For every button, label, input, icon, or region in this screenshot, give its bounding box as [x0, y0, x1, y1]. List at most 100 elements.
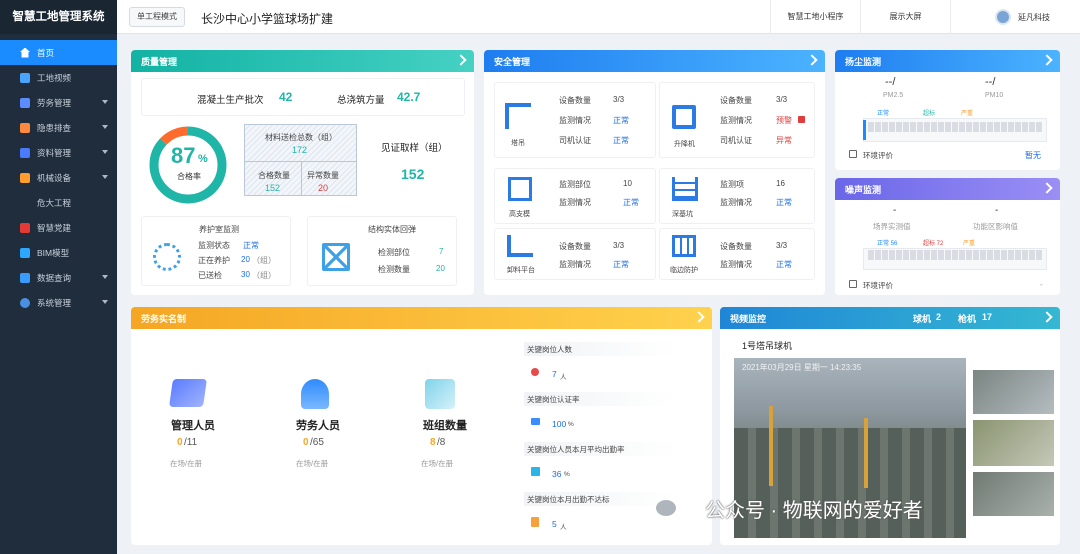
chevron-right-icon[interactable] — [1041, 311, 1053, 323]
dust-header[interactable]: 扬尘监测 — [835, 50, 1060, 72]
sidebar-item-label: 系统管理 — [37, 297, 72, 308]
pit-icon — [672, 177, 698, 201]
user-menu[interactable] — [950, 0, 1080, 34]
boundary-label: 场界实测值 — [873, 222, 911, 231]
legend-normal: 正常 56 — [877, 241, 898, 247]
sidebar-item-label: 首页 — [37, 47, 55, 58]
video-title: 视频监控 — [730, 313, 767, 324]
curing-icon — [153, 243, 181, 271]
sidebar-item-major-hazard[interactable]: 危大工程 — [0, 190, 117, 215]
sidebar-item-label: BIM模型 — [37, 247, 70, 258]
materials-value: 172 — [292, 145, 308, 155]
sidebar-item-label: 劳务管理 — [37, 97, 72, 108]
sidebar-item-label: 隐患排查 — [37, 122, 72, 133]
foundation-pit-panel[interactable]: 深基坑 监测项 16 监测情况 正常 — [659, 168, 815, 224]
chevron-right-icon[interactable] — [1041, 182, 1053, 194]
noise-header[interactable]: 噪声监测 — [835, 178, 1060, 200]
sidebar-item-label: 工地视频 — [37, 72, 72, 83]
rebound-icon — [322, 243, 350, 271]
card-icon — [531, 418, 540, 425]
sidebar-item-label: 危大工程 — [37, 197, 72, 208]
safety-card: 安全管理 塔吊 设备数量 3/3 监测情况 正常 司机认证 正常 升降机 设备数… — [484, 50, 825, 295]
lift-panel[interactable]: 升降机 设备数量 3/3 监测情况 预警 司机认证 异常 — [659, 82, 815, 158]
group-onsite: 0 — [303, 437, 309, 448]
sidebar-item-hazard[interactable]: 隐患排查 — [0, 115, 117, 140]
row-label: 监测情况 — [559, 198, 591, 207]
sidebar-item-bim[interactable]: BIM模型 — [0, 240, 117, 265]
row-value: 3/3 — [613, 241, 625, 250]
row-label: 监测情况 — [559, 260, 591, 269]
video-crane — [864, 418, 868, 488]
legend-severe: 严重 — [961, 111, 974, 117]
stat-label: 关键岗位人数 — [527, 345, 572, 354]
tower-crane-panel[interactable]: 塔吊 设备数量 3/3 监测情况 正常 司机认证 正常 — [494, 82, 656, 158]
device-name: 高支模 — [509, 211, 530, 218]
curing-row-value: 20 — [241, 255, 250, 264]
bullet-camera-label: 枪机 — [958, 314, 977, 324]
dust-segments — [868, 122, 1042, 132]
witness-label: 见证取样（组） — [381, 143, 448, 154]
sidebar-item-machinery[interactable]: 机械设备 — [0, 165, 117, 190]
video-crane — [769, 406, 773, 486]
curing-title: 养护室监测 — [199, 225, 239, 234]
big-screen-link[interactable]: 展示大屏 — [860, 0, 950, 34]
chevron-right-icon[interactable] — [455, 54, 467, 66]
chevron-right-icon[interactable] — [693, 311, 705, 323]
legend-exceed: 超标 72 — [923, 241, 944, 247]
safety-header[interactable]: 安全管理 — [484, 50, 825, 72]
pm10-value: --/ — [985, 76, 996, 88]
stat-header: 关键岗位人员本月平均出勤率 — [524, 442, 676, 456]
user-name[interactable]: 延凡科技 — [1018, 12, 1050, 23]
quality-card: 质量管理 混凝土生产批次 42 总浇筑方量 42.7 87 % 合格率 材料送检… — [131, 50, 474, 295]
video-thumbnail[interactable] — [973, 472, 1054, 516]
curing-row-value: 30 — [241, 270, 250, 279]
unloading-platform-panel[interactable]: 卸料平台 设备数量 3/3 监测情况 正常 — [494, 228, 656, 280]
concrete-value: 42 — [279, 90, 293, 104]
evaluation-label: 环境评价 — [863, 281, 893, 290]
chevron-right-icon[interactable] — [1041, 54, 1053, 66]
group-total: /65 — [310, 437, 324, 448]
worker-icon — [301, 379, 329, 409]
stat-label: 关键岗位本月出勤不达标 — [527, 495, 610, 504]
manager-icon — [169, 379, 207, 407]
video-header[interactable]: 视频监控 球机 2 枪机 17 — [720, 307, 1060, 329]
materials-panel: 材料送检总数（组） 172 合格数量 152 异常数量 20 — [244, 124, 357, 196]
device-name: 升降机 — [674, 141, 695, 148]
sidebar-item-query[interactable]: 数据查询 — [0, 265, 117, 290]
chevron-down-icon — [102, 300, 108, 304]
sidebar-item-party[interactable]: 智慧党建 — [0, 215, 117, 240]
sidebar-item-home[interactable]: 首页 — [0, 40, 117, 65]
chevron-right-icon[interactable] — [806, 54, 818, 66]
group-onsite: 0 — [177, 437, 183, 448]
chevron-down-icon — [102, 125, 108, 129]
noise-segments — [868, 250, 1042, 260]
app-title: 智慧工地管理系统 — [0, 0, 117, 34]
labor-header[interactable]: 劳务实名制 — [131, 307, 712, 329]
avatar[interactable] — [995, 9, 1011, 25]
video-thumbnail[interactable] — [973, 420, 1054, 466]
video-thumbnail[interactable] — [973, 370, 1054, 414]
platform-icon — [507, 235, 533, 257]
quality-header[interactable]: 质量管理 — [131, 50, 474, 72]
sidebar-item-system[interactable]: 系统管理 — [0, 290, 117, 315]
sidebar-item-documents[interactable]: 资料管理 — [0, 140, 117, 165]
formwork-panel[interactable]: 高支模 监测部位 10 监测情况 正常 — [494, 168, 656, 224]
row-label: 设备数量 — [559, 96, 591, 105]
group-total: /11 — [184, 437, 198, 448]
zone-label: 功能区影响值 — [973, 222, 1018, 231]
pm25-label: PM2.5 — [883, 92, 904, 99]
row-label: 司机认证 — [559, 136, 591, 145]
evaluation-icon — [849, 280, 857, 288]
edge-protection-panel[interactable]: 临边防护 设备数量 3/3 监测情况 正常 — [659, 228, 815, 280]
sidebar-item-video[interactable]: 工地视频 — [0, 65, 117, 90]
mini-program-link[interactable]: 智慧工地小程序 — [770, 0, 860, 34]
device-name: 卸料平台 — [507, 267, 535, 274]
video-icon — [20, 72, 30, 83]
sidebar-item-labor[interactable]: 劳务管理 — [0, 90, 117, 115]
pour-value: 42.7 — [397, 90, 421, 104]
row-value: 3/3 — [776, 241, 788, 250]
row-label: 监测情况 — [720, 116, 752, 125]
clipboard-icon — [531, 517, 539, 527]
mode-button[interactable]: 单工程模式 — [129, 7, 185, 27]
labor-card: 劳务实名制 管理人员 0 /11 在场/在册 劳务人员 0 /65 在场/在册 … — [131, 307, 712, 545]
